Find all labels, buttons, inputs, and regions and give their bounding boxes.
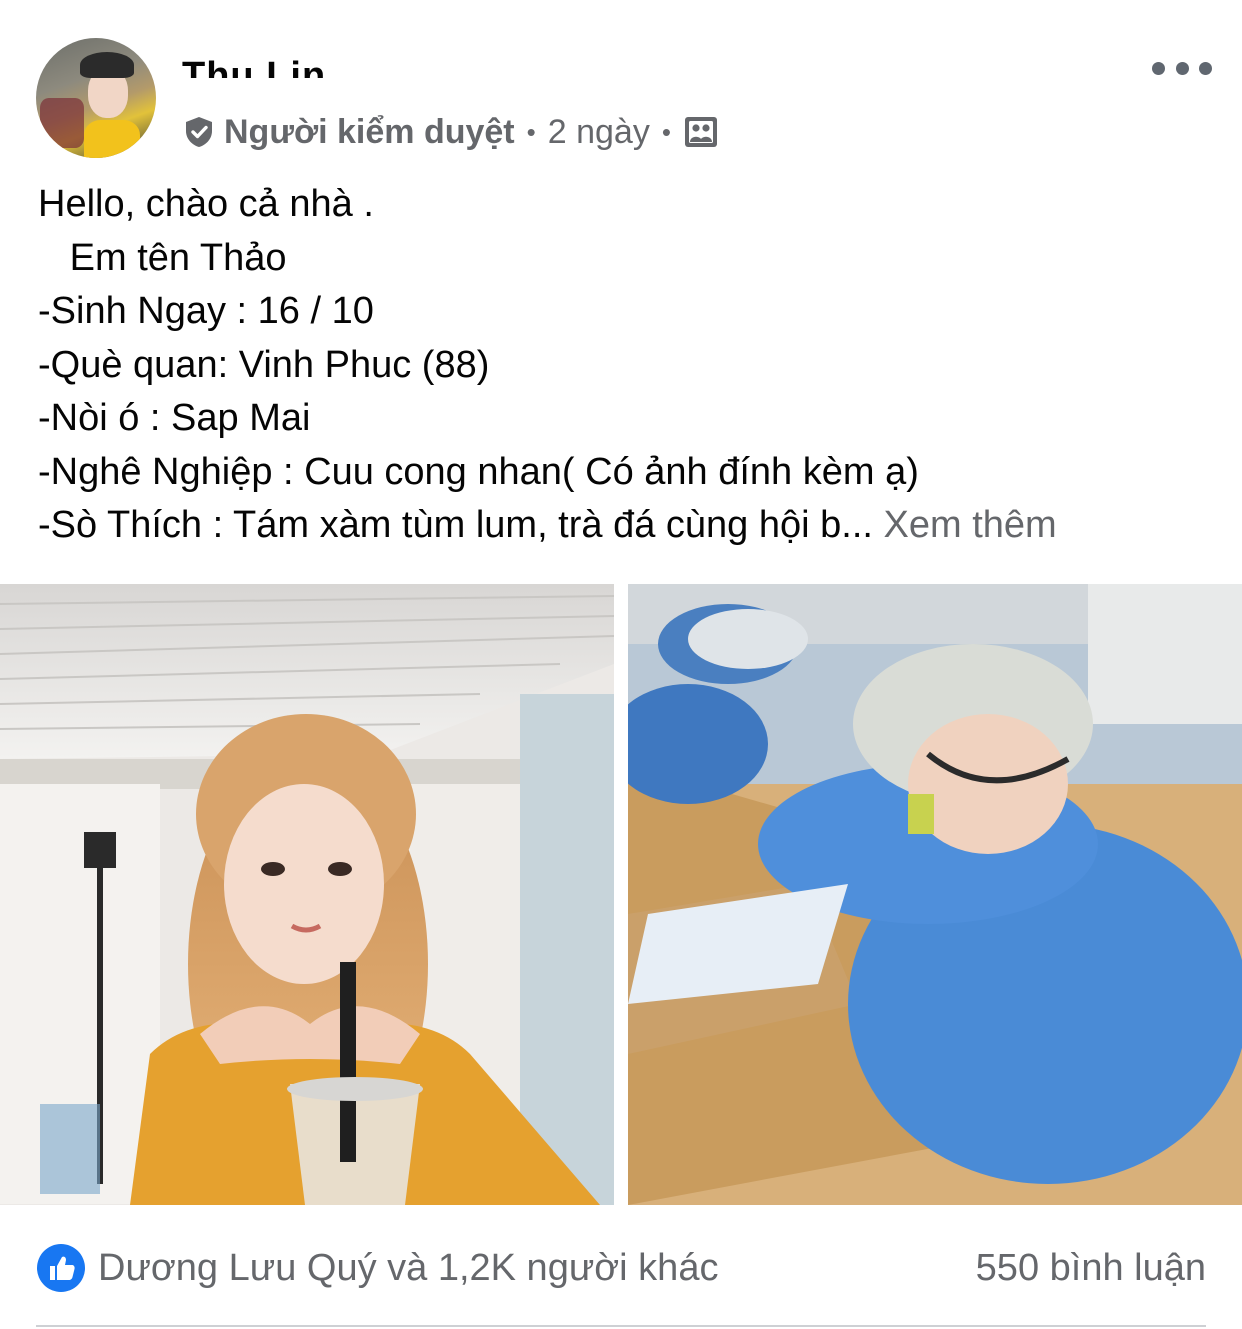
photo-sleeping-worker-image: [628, 584, 1242, 1205]
post-text-line: -Sinh Ngay : 16 / 10: [38, 290, 374, 332]
name-redaction: [182, 78, 327, 104]
comments-count[interactable]: 550 bình luận: [976, 1247, 1206, 1290]
footer-divider: [36, 1325, 1206, 1327]
avatar-background: [40, 98, 84, 148]
like-icon: [36, 1243, 86, 1293]
author-avatar[interactable]: [36, 38, 156, 158]
post-text-line: -Què quan: Vinh Phuc (88): [38, 343, 490, 386]
post-text-truncated: -Sò Thích : Tám xàm tùm lum, trà đá cùng…: [38, 504, 873, 546]
post-text-line: Em tên Thảo: [38, 236, 287, 279]
photo-selfie-image: [0, 584, 614, 1205]
reaction-summary-text[interactable]: Dương Lưu Quý và 1,2K người khác: [98, 1247, 718, 1290]
more-options-icon[interactable]: [1152, 48, 1212, 88]
more-dot: [1199, 61, 1212, 75]
author-role[interactable]: Người kiểm duyệt: [224, 113, 515, 152]
photo-selfie[interactable]: [0, 584, 614, 1205]
group-audience-icon[interactable]: [683, 114, 719, 150]
post-time[interactable]: 2 ngày: [548, 113, 650, 152]
post-meta: Người kiểm duyệt • 2 ngày •: [182, 110, 719, 154]
shield-check-icon: [182, 115, 216, 149]
separator-dot: •: [526, 116, 536, 147]
more-dot: [1175, 61, 1189, 75]
post-body: Hello, chào cả nhà . Em tên Thảo -Sinh N…: [38, 178, 1218, 553]
avatar-shirt: [84, 120, 140, 158]
more-dot: [1152, 61, 1165, 75]
reaction-bar: Dương Lưu Quý và 1,2K người khác 550 bìn…: [36, 1240, 1206, 1296]
post-text-line: -Nòi ó : Sap Mai: [38, 397, 311, 439]
post-text-line: -Nghê Nghiệp : Cuu cong nhan( Có ảnh đín…: [38, 450, 919, 493]
avatar-hat: [80, 52, 134, 78]
separator-dot: •: [661, 116, 671, 147]
post-text-line: Hello, chào cả nhà .: [38, 183, 374, 225]
photo-sleeping-worker[interactable]: [628, 584, 1242, 1205]
post-text-last-line: -Sò Thích : Tám xàm tùm lum, trà đá cùng…: [38, 499, 1218, 553]
see-more-link[interactable]: Xem thêm: [884, 504, 1057, 546]
reaction-summary[interactable]: Dương Lưu Quý và 1,2K người khác: [36, 1243, 718, 1293]
author-name[interactable]: Thu Lin: [182, 52, 327, 104]
